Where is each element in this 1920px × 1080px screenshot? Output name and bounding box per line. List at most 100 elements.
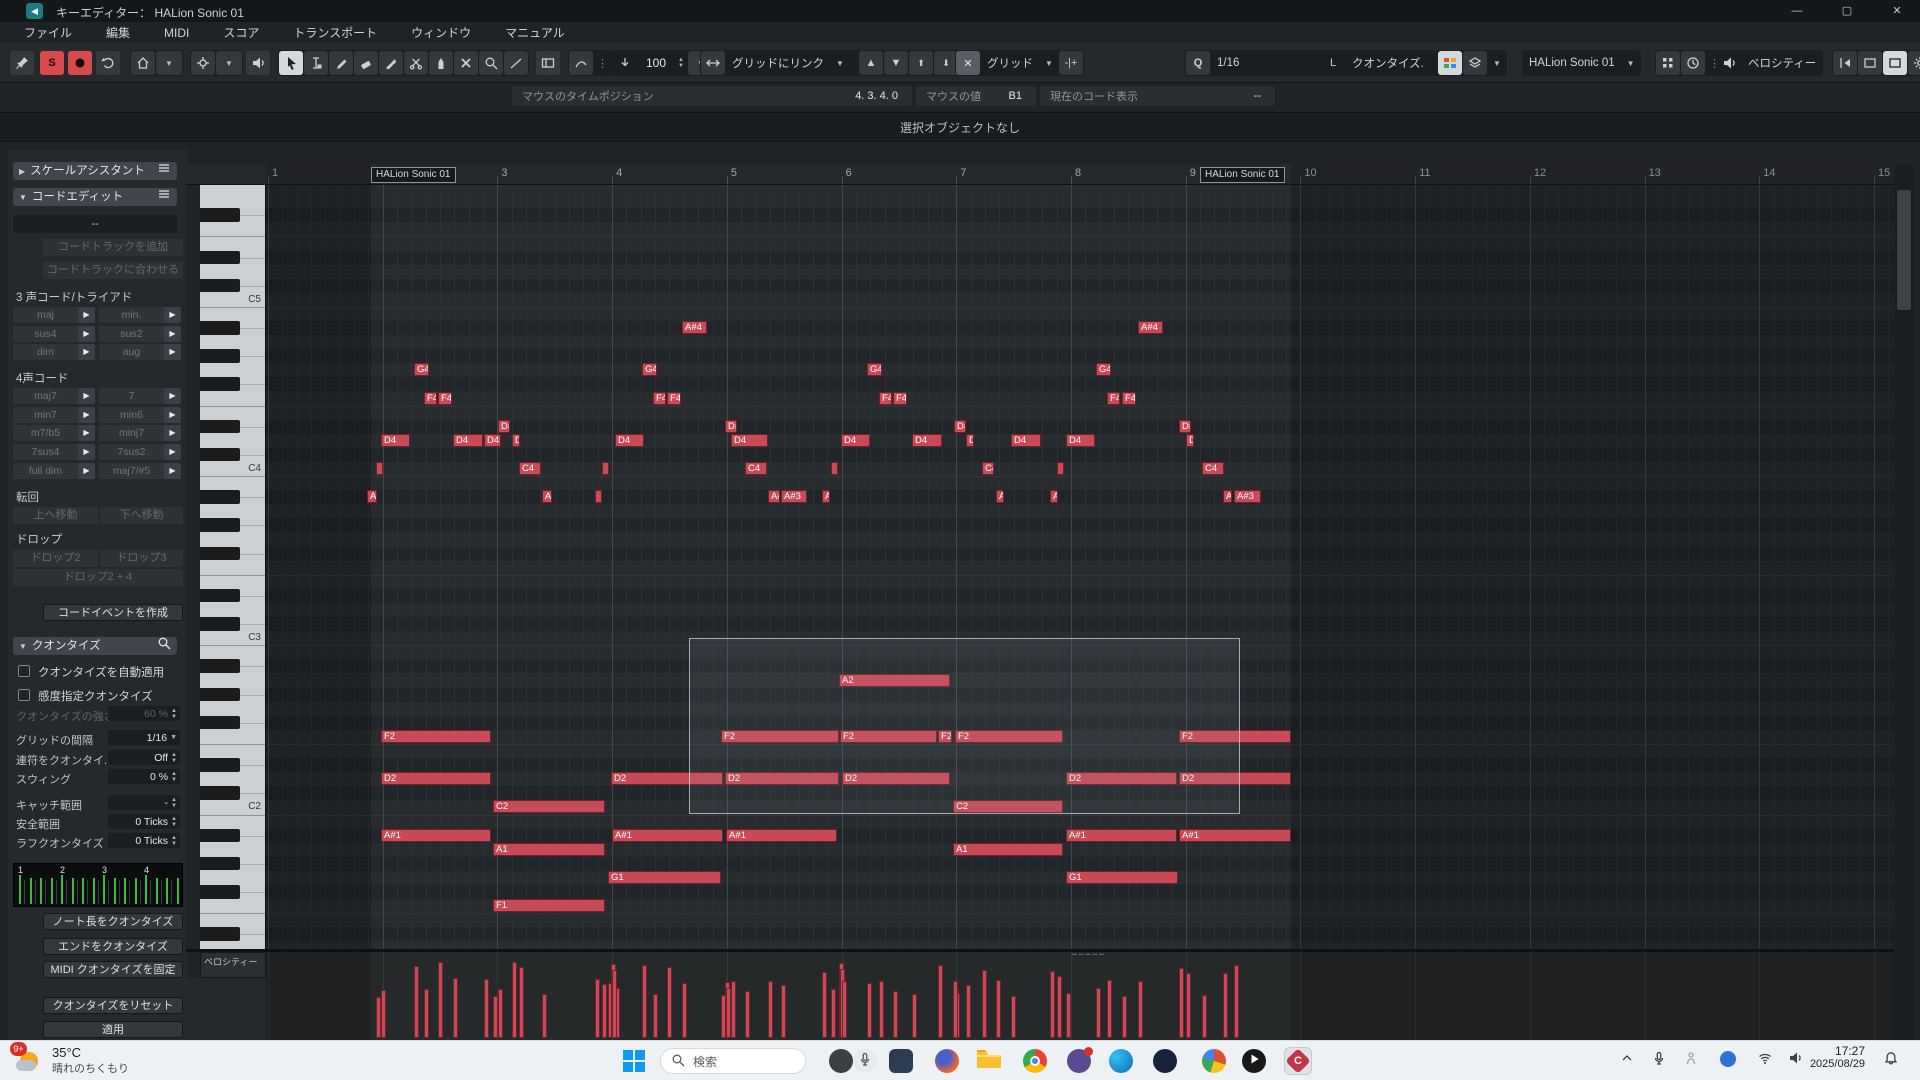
midi-note[interactable]: D4 [966,434,974,447]
show-part-borders-button[interactable] [536,51,560,75]
midi-note[interactable]: C2 [493,800,605,813]
midi-note[interactable]: C4 [519,462,541,475]
grid-minus-plus-button[interactable]: -|+ [1059,51,1083,75]
chord-button[interactable]: min.▶ [99,307,181,323]
quantize-field[interactable]: -▲▼ [108,795,180,810]
more-dots-icon[interactable]: ⋮ [594,57,612,70]
taskbar-app-mail[interactable] [1065,1047,1093,1075]
lane-handle[interactable]: ╌╌╌╌╌ [1072,953,1102,956]
velocity-bar[interactable] [996,980,1001,1038]
midi-note[interactable]: G1 [608,871,721,884]
chord-button[interactable]: sus4▶ [13,326,95,342]
chord-edit-header[interactable]: ▼コードエディット [13,188,177,206]
chord-play-button[interactable]: ▶ [164,344,181,360]
right-zone-button[interactable] [1883,51,1907,75]
quantize-field[interactable]: 0 %▲▼ [108,769,180,784]
taskbar-app-explorer[interactable] [975,1047,1003,1075]
piano-key-white[interactable] [200,575,266,589]
velocity-bar[interactable] [867,983,872,1038]
piano-key-white[interactable] [200,913,266,927]
piano-key-black[interactable] [200,758,240,772]
velocity-bar[interactable] [1223,973,1228,1038]
drop24-button[interactable]: ドロップ2 + 4 [13,569,183,586]
velocity-bar[interactable] [1066,993,1071,1038]
midi-note[interactable]: G4 [1096,363,1111,376]
trim-tool-button[interactable] [379,51,403,75]
chevron-down-icon[interactable]: ▼ [1040,59,1058,68]
velocity-bar[interactable] [731,981,736,1038]
piano-key-white[interactable] [200,406,266,420]
quantize-action-button[interactable]: 適用 [43,1021,183,1038]
piano-keyboard[interactable]: C5C4C3C2 [200,185,266,949]
midi-note[interactable]: A#1 [612,829,723,842]
piano-key-black[interactable] [200,829,240,843]
midi-note[interactable]: D#4 [954,420,966,433]
velocity-bar[interactable] [781,985,786,1038]
scrollbar-thumb[interactable] [1897,190,1911,310]
quantize-field[interactable]: 60 %▲▼ [108,706,180,721]
velocity-bar[interactable] [381,990,386,1038]
mute-tool-button[interactable] [454,51,478,75]
piano-key-black[interactable] [200,659,240,673]
scale-assistant-header[interactable]: ▶スケールアシスタント [13,162,177,180]
piano-key-white[interactable] [200,702,266,716]
velocity-bar[interactable] [424,989,429,1038]
piano-key-black[interactable] [200,208,240,222]
midi-note[interactable]: A#3 [996,490,1004,503]
line-tool-button[interactable] [504,51,528,75]
velocity-bar[interactable] [822,972,827,1038]
maximize-button[interactable]: ▢ [1826,0,1868,22]
quantize-field[interactable]: 0 Ticks▲▼ [108,833,180,848]
midi-note[interactable]: F4 [424,392,437,405]
taskbar-app-browser2[interactable] [1200,1047,1228,1075]
velocity-bar[interactable] [595,979,600,1038]
create-chord-event-button[interactable]: コードイベントを作成 [43,604,183,621]
piano-key-black[interactable] [200,589,240,603]
snap-type-label[interactable]: グリッド [981,55,1039,71]
add-chord-track-button[interactable]: コードトラックを追加 [43,239,183,256]
piano-key-white[interactable] [200,561,266,575]
pencil-tool-button[interactable] [329,51,353,75]
velocity-bar[interactable] [768,981,773,1038]
velocity-bar[interactable] [842,981,847,1038]
velocity-bar[interactable] [1122,996,1127,1038]
chord-play-button[interactable]: ▶ [78,407,95,423]
solo-button[interactable]: S [40,51,64,75]
velocity-bar[interactable] [612,970,617,1038]
chord-play-button[interactable]: ▶ [164,326,181,342]
midi-note[interactable]: F1 [493,899,605,912]
piano-key-white[interactable] [200,899,266,913]
velocity-bar[interactable] [653,994,658,1038]
piano-key-black[interactable] [200,377,240,391]
chord-button[interactable]: aug▶ [99,344,181,360]
midi-note[interactable]: D4 [841,434,870,447]
quantize-field[interactable]: Off▲▼ [108,750,180,765]
velocity-bar[interactable] [879,981,884,1038]
clock-button[interactable] [1681,51,1705,75]
midi-note[interactable]: D4 [381,434,410,447]
midi-note[interactable]: D4 [1011,434,1041,447]
menu-item[interactable]: ウィンドウ [397,22,485,43]
menu-item[interactable]: MIDI [150,24,203,42]
tray-app-icon[interactable] [1720,1051,1736,1067]
piano-key-black[interactable] [200,927,240,941]
midi-note[interactable]: C4 [982,462,994,475]
piano-key-white[interactable] [200,236,266,250]
midi-note[interactable] [602,462,609,475]
feedback-button[interactable] [96,51,120,75]
velocity-bar[interactable] [498,989,503,1038]
left-divider-button[interactable] [1833,51,1857,75]
record-button[interactable] [68,51,92,75]
velocity-lane-label[interactable]: ベロシティー [200,952,266,978]
window-zone-button[interactable] [1858,51,1882,75]
velocity-bar[interactable] [1107,980,1112,1038]
piano-key-white[interactable] [200,434,266,448]
tray-chevron-up-icon[interactable] [1620,1051,1634,1070]
link-grid-label[interactable]: グリッドにリンク [726,55,830,71]
layers-button[interactable] [1463,51,1487,75]
chord-button[interactable]: 7▶ [99,388,181,404]
piano-key-white[interactable] [200,533,266,547]
chord-button[interactable]: maj▶ [13,307,95,323]
curve-tool-button[interactable] [569,51,593,75]
midi-note[interactable]: A#1 [726,829,837,842]
